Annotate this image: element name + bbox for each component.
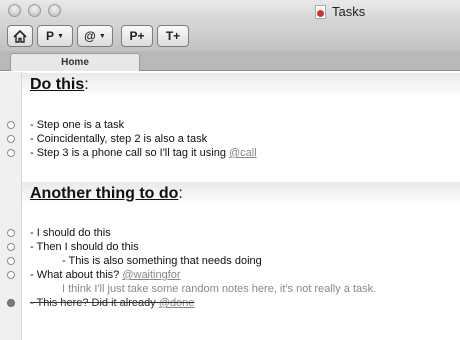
- chevron-down-icon: ▼: [98, 32, 106, 40]
- project-menu-button[interactable]: P ▼: [37, 25, 73, 47]
- note-line[interactable]: I think I'll just take some random notes…: [62, 282, 376, 296]
- context-menu-button[interactable]: @ ▼: [77, 25, 113, 47]
- project-button-label: P: [46, 29, 55, 43]
- task-bullet[interactable]: [7, 243, 15, 251]
- task-line[interactable]: - Step one is a task: [30, 118, 124, 132]
- task-line[interactable]: - Then I should do this: [30, 240, 139, 254]
- title-bar: Tasks: [0, 0, 460, 23]
- task-bullet[interactable]: [7, 257, 15, 265]
- done-tag[interactable]: @done: [159, 297, 195, 309]
- project-heading[interactable]: Another thing to do:: [22, 182, 460, 206]
- window-title-group: Tasks: [315, 4, 365, 19]
- done-task-line[interactable]: - This here? Did it already @done: [30, 296, 194, 310]
- bullet-gutter: [0, 72, 22, 340]
- context-tag[interactable]: @call: [229, 147, 257, 159]
- project-title: Do this: [30, 76, 85, 93]
- subtask-line[interactable]: - This is also something that needs doin…: [62, 254, 262, 268]
- new-task-label: T+: [165, 29, 181, 43]
- context-button-label: @: [84, 29, 96, 43]
- task-text: - I should do this: [30, 227, 111, 239]
- task-text: - This here? Did it already: [30, 297, 159, 309]
- chevron-down-icon: ▼: [57, 32, 64, 40]
- new-project-button[interactable]: P+: [121, 25, 153, 47]
- task-text: - Coincidentally, step 2 is also a task: [30, 133, 208, 145]
- project-heading[interactable]: Do this:: [22, 73, 460, 97]
- task-text: - What about this?: [30, 269, 123, 281]
- minimize-window-button[interactable]: [28, 4, 41, 17]
- window-title: Tasks: [332, 4, 366, 19]
- task-document[interactable]: Do this: - Step one is a task - Coincide…: [22, 72, 460, 340]
- task-line[interactable]: - Step 3 is a phone call so I'll tag it …: [30, 146, 257, 160]
- close-window-button[interactable]: [8, 4, 21, 17]
- task-line[interactable]: - I should do this: [30, 226, 111, 240]
- task-text: - Then I should do this: [30, 241, 139, 253]
- task-line[interactable]: - Coincidentally, step 2 is also a task: [30, 132, 207, 146]
- document-icon: [315, 4, 326, 19]
- task-text: - This is also something that needs doin…: [62, 255, 262, 267]
- home-button[interactable]: [7, 25, 33, 47]
- done-task-bullet[interactable]: [7, 299, 15, 307]
- note-text: I think I'll just take some random notes…: [62, 283, 377, 295]
- tab-bar: Home: [0, 51, 460, 71]
- tab-home-label: Home: [61, 57, 89, 68]
- task-text: - Step one is a task: [30, 119, 125, 131]
- tab-home[interactable]: Home: [10, 53, 140, 71]
- task-line[interactable]: - What about this? @waitingfor: [30, 268, 181, 282]
- new-project-label: P+: [129, 29, 145, 43]
- home-icon: [13, 29, 27, 43]
- context-tag[interactable]: @waitingfor: [122, 269, 180, 281]
- toolbar: P ▼ @ ▼ P+ T+: [0, 23, 460, 51]
- task-bullet[interactable]: [7, 271, 15, 279]
- task-bullet[interactable]: [7, 135, 15, 143]
- new-task-button[interactable]: T+: [157, 25, 189, 47]
- zoom-window-button[interactable]: [48, 4, 61, 17]
- task-bullet[interactable]: [7, 229, 15, 237]
- task-bullet[interactable]: [7, 149, 15, 157]
- task-text: - Step 3 is a phone call so I'll tag it …: [30, 147, 229, 159]
- task-bullet[interactable]: [7, 121, 15, 129]
- project-title: Another thing to do: [30, 185, 179, 202]
